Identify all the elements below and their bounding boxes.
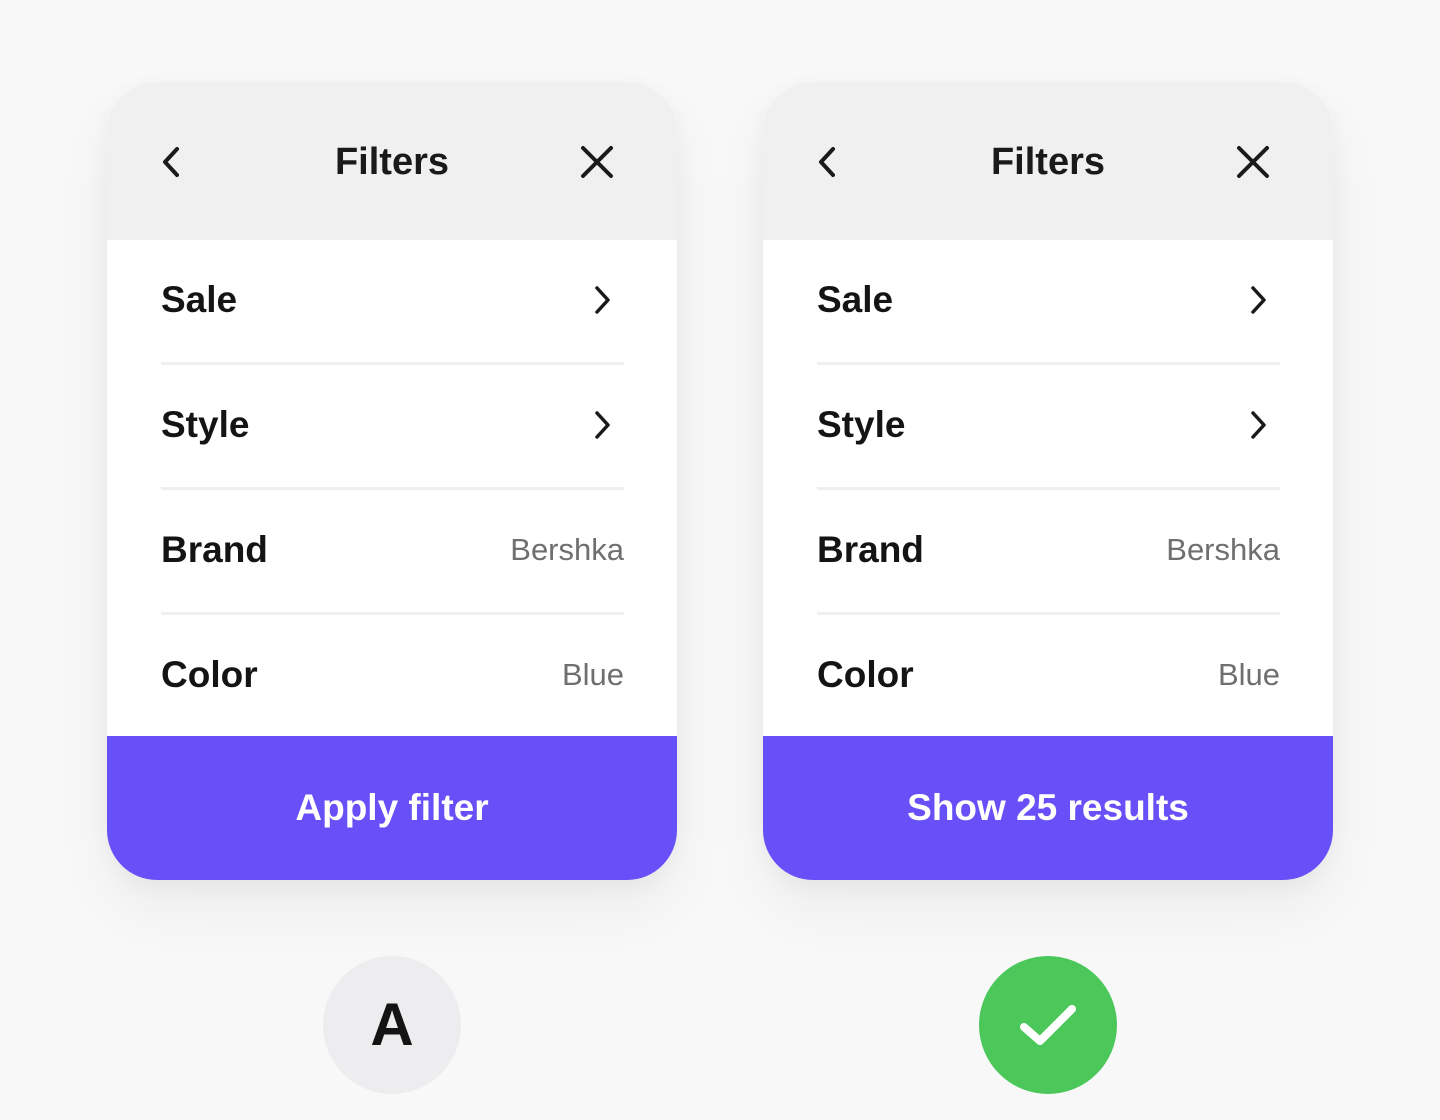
- filter-label: Sale: [817, 279, 894, 320]
- filter-row-brand[interactable]: Brand Bershka: [817, 490, 1280, 615]
- filter-label: Style: [817, 404, 906, 445]
- show-results-button[interactable]: Show 25 results: [763, 736, 1333, 880]
- filter-value: Bershka: [510, 532, 624, 567]
- close-icon[interactable]: [1235, 144, 1271, 180]
- checkmark-icon: [1020, 1005, 1076, 1045]
- filter-value: Blue: [1217, 657, 1280, 692]
- filter-label: Style: [161, 404, 250, 445]
- close-icon[interactable]: [579, 144, 615, 180]
- filter-value: Blue: [561, 657, 624, 692]
- chevron-right-icon: [595, 411, 610, 439]
- filter-label: Brand: [817, 529, 924, 570]
- filter-row-sale[interactable]: Sale: [161, 240, 624, 365]
- filter-label: Color: [161, 654, 258, 695]
- filter-label: Brand: [161, 529, 268, 570]
- option-a-badge: A: [323, 956, 461, 1094]
- filters-panel-b: Filters Sale Style Brand Bershka Color B…: [763, 82, 1333, 880]
- chevron-right-icon: [595, 286, 610, 314]
- filters-panel-a: Filters Sale Style Brand Bershka Color B…: [107, 82, 677, 880]
- filters-header: Filters: [763, 82, 1333, 240]
- option-b-badge: [979, 956, 1117, 1094]
- filter-row-style[interactable]: Style: [817, 365, 1280, 490]
- chevron-right-icon: [1251, 286, 1266, 314]
- filter-label: Sale: [161, 279, 238, 320]
- filter-value: Bershka: [1166, 532, 1280, 567]
- apply-filter-button[interactable]: Apply filter: [107, 736, 677, 880]
- filter-label: Color: [817, 654, 914, 695]
- filter-row-style[interactable]: Style: [161, 365, 624, 490]
- option-a-label: A: [370, 991, 414, 1058]
- filter-row-color[interactable]: Color Blue: [161, 615, 624, 740]
- filters-header: Filters: [107, 82, 677, 240]
- filter-row-sale[interactable]: Sale: [817, 240, 1280, 365]
- chevron-right-icon: [1251, 411, 1266, 439]
- filter-row-brand[interactable]: Brand Bershka: [161, 490, 624, 615]
- filter-row-color[interactable]: Color Blue: [817, 615, 1280, 740]
